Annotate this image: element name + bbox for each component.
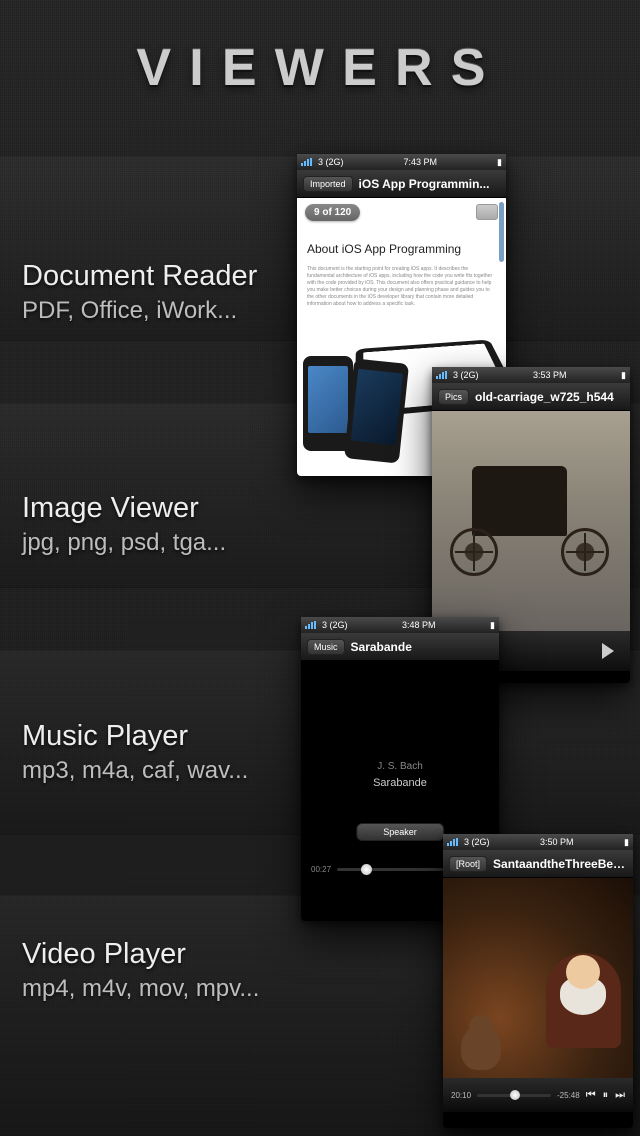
next-icon[interactable]: ⏭ — [615, 1089, 625, 1102]
clock: 3:50 PM — [540, 837, 574, 847]
santa-figure — [546, 953, 621, 1048]
clock: 7:43 PM — [404, 157, 438, 167]
section-label-video: Video Player mp4, m4v, mov, mpv... — [22, 938, 259, 1003]
image-canvas[interactable] — [432, 411, 630, 631]
track-label: Sarabande — [301, 777, 499, 789]
play-icon[interactable] — [602, 643, 614, 659]
section-title: Video Player — [22, 938, 259, 971]
nav-bar: Music Sarabande — [301, 633, 499, 661]
back-button[interactable]: Pics — [438, 389, 469, 405]
status-bar: 3 (2G) 3:53 PM ▮ — [432, 367, 630, 383]
scrubber-thumb[interactable] — [510, 1090, 520, 1100]
document-heading: About iOS App Programming — [307, 242, 496, 256]
section-label-img: Image Viewer jpg, png, psd, tga... — [22, 492, 226, 557]
scrubber-thumb[interactable] — [361, 864, 372, 875]
video-canvas[interactable] — [443, 878, 633, 1078]
nav-title: Sarabande — [351, 640, 493, 654]
remaining-time: -25:48 — [557, 1091, 580, 1100]
book-icon[interactable] — [476, 204, 498, 220]
speaker-button[interactable]: Speaker — [356, 823, 444, 841]
section-label-doc: Document Reader PDF, Office, iWork... — [22, 260, 257, 325]
carrier-label: 3 (2G) — [318, 157, 344, 167]
elapsed-time: 00:27 — [311, 865, 331, 874]
nav-title: old-carriage_w725_h544 — [475, 390, 624, 404]
back-button[interactable]: [Root] — [449, 856, 487, 872]
iphone-graphic — [344, 358, 409, 463]
section-label-music: Music Player mp3, m4a, caf, wav... — [22, 720, 248, 785]
nav-bar: [Root] SantaandtheThreeBear... — [443, 850, 633, 878]
prev-icon[interactable]: ⏮ — [586, 1089, 596, 1102]
status-bar: 3 (2G) 7:43 PM ▮ — [297, 154, 506, 170]
section-subtitle: jpg, png, psd, tga... — [22, 529, 226, 557]
status-bar: 3 (2G) 3:48 PM ▮ — [301, 617, 499, 633]
section-subtitle: mp3, m4a, caf, wav... — [22, 757, 248, 785]
section-subtitle: mp4, m4v, mov, mpv... — [22, 975, 259, 1003]
page-title: Viewers — [0, 38, 640, 98]
elapsed-time: 20:10 — [451, 1091, 471, 1100]
document-paragraph: This document is the starting point for … — [307, 266, 496, 308]
status-bar: 3 (2G) 3:50 PM ▮ — [443, 834, 633, 850]
battery-icon: ▮ — [490, 620, 495, 631]
battery-icon: ▮ — [621, 370, 626, 381]
nav-title: SantaandtheThreeBear... — [493, 857, 627, 871]
signal-icon — [447, 838, 461, 846]
carrier-label: 3 (2G) — [322, 620, 348, 630]
clock: 3:53 PM — [533, 370, 567, 380]
section-title: Music Player — [22, 720, 248, 753]
battery-icon: ▮ — [497, 157, 502, 168]
carriage-illustration — [442, 466, 617, 576]
artist-label: J. S. Bach — [301, 761, 499, 772]
video-frame — [443, 878, 633, 1078]
signal-icon — [301, 158, 315, 166]
nav-bar: Imported iOS App Programmin... — [297, 170, 506, 198]
battery-icon: ▮ — [624, 837, 629, 848]
carrier-label: 3 (2G) — [453, 370, 479, 380]
nav-title: iOS App Programmin... — [359, 177, 500, 191]
section-title: Document Reader — [22, 260, 257, 293]
video-toolbar: 20:10 -25:48 ⏮ ⏸ ⏭ — [443, 1078, 633, 1112]
bear-figure — [461, 1025, 501, 1070]
section-title: Image Viewer — [22, 492, 226, 525]
page-badge: 9 of 120 — [305, 204, 360, 221]
screenshot-video-player: 3 (2G) 3:50 PM ▮ [Root] SantaandtheThree… — [443, 834, 633, 1128]
signal-icon — [436, 371, 450, 379]
carrier-label: 3 (2G) — [464, 837, 490, 847]
clock: 3:48 PM — [402, 620, 436, 630]
back-button[interactable]: Imported — [303, 176, 353, 192]
section-subtitle: PDF, Office, iWork... — [22, 297, 257, 325]
pause-icon[interactable]: ⏸ — [603, 1089, 609, 1102]
scrollbar[interactable] — [499, 202, 504, 262]
nav-bar: Pics old-carriage_w725_h544 — [432, 383, 630, 411]
playback-controls: ⏮ ⏸ ⏭ — [586, 1089, 625, 1102]
back-button[interactable]: Music — [307, 639, 345, 655]
scrubber-track[interactable] — [477, 1094, 551, 1097]
signal-icon — [305, 621, 319, 629]
